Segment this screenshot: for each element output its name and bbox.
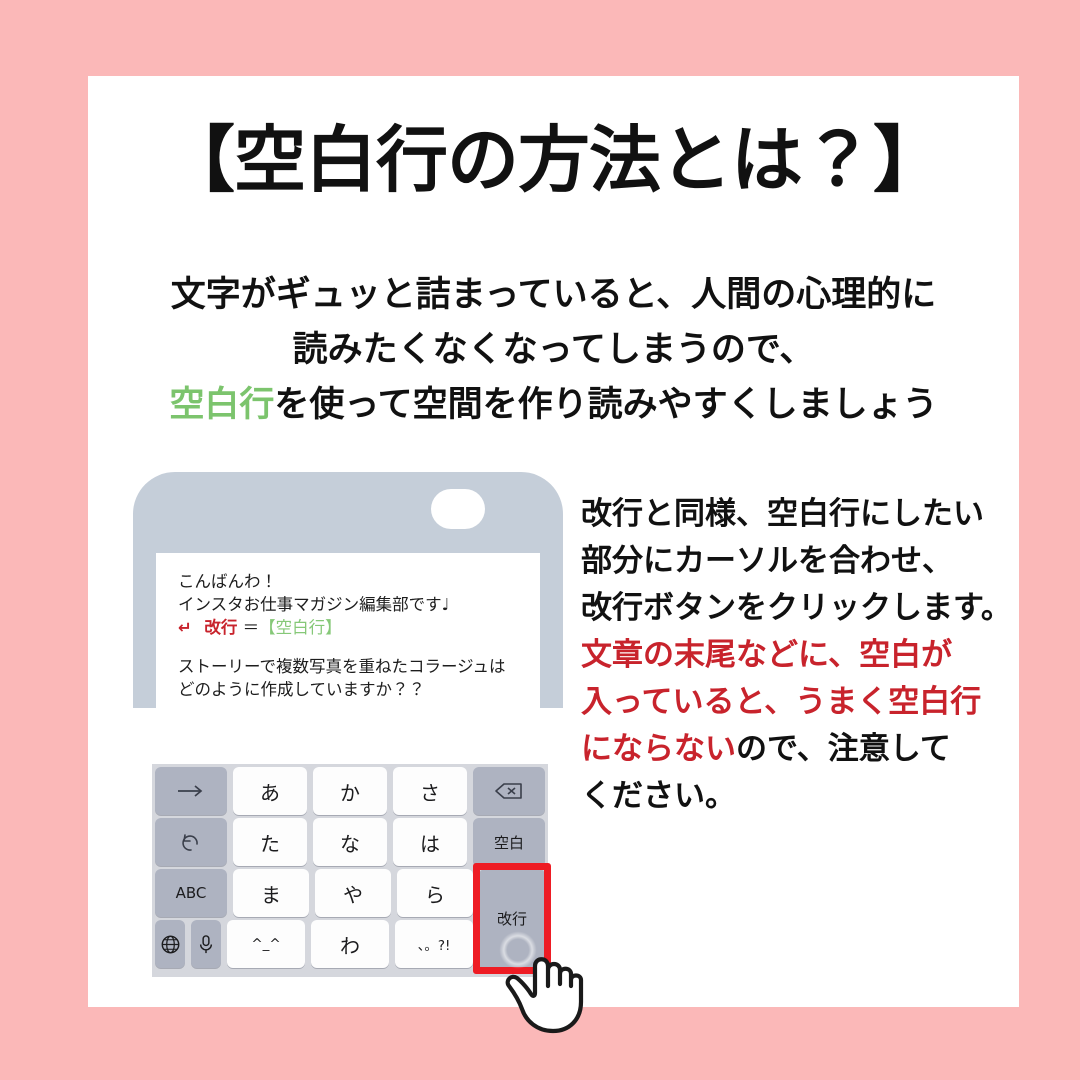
return-arrow-icon: ↵ bbox=[178, 618, 194, 637]
key-a[interactable]: あ bbox=[233, 767, 307, 815]
message-line-2: インスタお仕事マガジン編集部です♩ bbox=[178, 595, 450, 614]
lead-line-3-rest: を使って空間を作り読みやすくしましょう bbox=[274, 385, 938, 425]
keyboard-row-4-left-group bbox=[152, 920, 224, 968]
key-ma[interactable]: ま bbox=[233, 869, 309, 917]
poster-canvas: 【空白行の方法とは？】 文字がギュッと詰まっていると、人間の心理的に 読みたくな… bbox=[0, 0, 1080, 1080]
phone-screen: こんばんわ！ インスタお仕事マガジン編集部です♩ ↵ 改行 ＝【空白行】 ストー… bbox=[156, 553, 540, 708]
message-line-3: ↵ 改行 ＝【空白行】 bbox=[178, 616, 528, 639]
message-line-3-kaigyo: 改行 bbox=[204, 618, 238, 637]
globe-icon bbox=[160, 934, 181, 955]
lead-line-3: 空白行を使って空間を作り読みやすくしましょう bbox=[102, 378, 1005, 433]
side-copy-line-5: 入っていると、うまく空白行 bbox=[581, 684, 982, 720]
undo-icon bbox=[180, 831, 202, 853]
side-copy-block: 改行と同様、空白行にしたい 部分にカーソルを合わせ、 改行ボタンをクリックします… bbox=[581, 491, 1012, 820]
key-backspace[interactable] bbox=[473, 767, 545, 815]
key-globe[interactable] bbox=[155, 920, 185, 968]
side-copy-line-2: 部分にカーソルを合わせ、 bbox=[581, 543, 953, 579]
page-title: 【空白行の方法とは？】 bbox=[162, 118, 945, 202]
lead-line-1: 文字がギュッと詰まっていると、人間の心理的に bbox=[170, 275, 937, 315]
message-line-1: こんばんわ！ bbox=[178, 572, 277, 591]
side-copy-line-6-rest: ので、注意して bbox=[736, 731, 951, 767]
message-line-3-equals: ＝ bbox=[242, 618, 260, 637]
keyboard-row-1: あ か さ bbox=[152, 767, 548, 815]
white-content-card: 【空白行の方法とは？】 文字がギュッと詰まっていると、人間の心理的に 読みたくな… bbox=[88, 76, 1019, 1034]
key-wa[interactable]: わ bbox=[311, 920, 389, 968]
microphone-icon bbox=[197, 934, 215, 955]
key-abc[interactable]: ABC bbox=[155, 869, 227, 917]
keyboard-row-2: た な は 空白 bbox=[152, 818, 548, 866]
message-line-4: ストーリーで複数写真を重ねたコラージュは bbox=[178, 657, 506, 676]
key-ta[interactable]: た bbox=[233, 818, 307, 866]
key-na[interactable]: な bbox=[313, 818, 387, 866]
side-copy-line-6: にならないので、注意して bbox=[581, 726, 1011, 773]
arrow-right-icon bbox=[176, 784, 206, 798]
key-ha[interactable]: は bbox=[393, 818, 467, 866]
key-arrow-right[interactable] bbox=[155, 767, 227, 815]
key-space[interactable]: 空白 bbox=[473, 818, 545, 866]
key-enter-kaigyo[interactable]: 改行 bbox=[479, 869, 545, 968]
backspace-icon bbox=[494, 781, 524, 801]
software-keyboard: あ か さ た な は 空白 ABC ま や ら ^_^ わ 、。?! 改行 bbox=[152, 764, 584, 1034]
lead-line-2: 読みたくなくなってしまうので、 bbox=[292, 330, 815, 370]
key-kaomoji[interactable]: ^_^ bbox=[227, 920, 305, 968]
phone-mockup: こんばんわ！ インスタお仕事マガジン編集部です♩ ↵ 改行 ＝【空白行】 ストー… bbox=[133, 472, 563, 708]
key-ya[interactable]: や bbox=[315, 869, 391, 917]
side-copy-line-6-highlight: にならない bbox=[581, 731, 736, 767]
message-line-3-kuuhaku: 【空白行】 bbox=[259, 618, 342, 637]
key-ra[interactable]: ら bbox=[397, 869, 473, 917]
key-ka[interactable]: か bbox=[313, 767, 387, 815]
side-copy-line-7: ください。 bbox=[581, 778, 736, 814]
lead-paragraph: 文字がギュッと詰まっていると、人間の心理的に 読みたくなくなってしまうので、 空… bbox=[102, 268, 1005, 433]
side-copy-line-1: 改行と同様、空白行にしたい bbox=[581, 496, 984, 532]
side-copy-line-4: 文章の末尾などに、空白が bbox=[581, 637, 953, 673]
phone-notch bbox=[431, 489, 485, 529]
key-undo[interactable] bbox=[155, 818, 227, 866]
key-punctuation[interactable]: 、。?! bbox=[395, 920, 473, 968]
message-line-5: どのように作成していますか？？ bbox=[178, 680, 426, 699]
lead-line-3-highlight: 空白行 bbox=[169, 385, 275, 425]
key-sa[interactable]: さ bbox=[393, 767, 467, 815]
side-copy-line-3: 改行ボタンをクリックします。 bbox=[581, 590, 1012, 626]
key-microphone[interactable] bbox=[191, 920, 221, 968]
message-text-block: こんばんわ！ インスタお仕事マガジン編集部です♩ ↵ 改行 ＝【空白行】 ストー… bbox=[178, 570, 528, 701]
